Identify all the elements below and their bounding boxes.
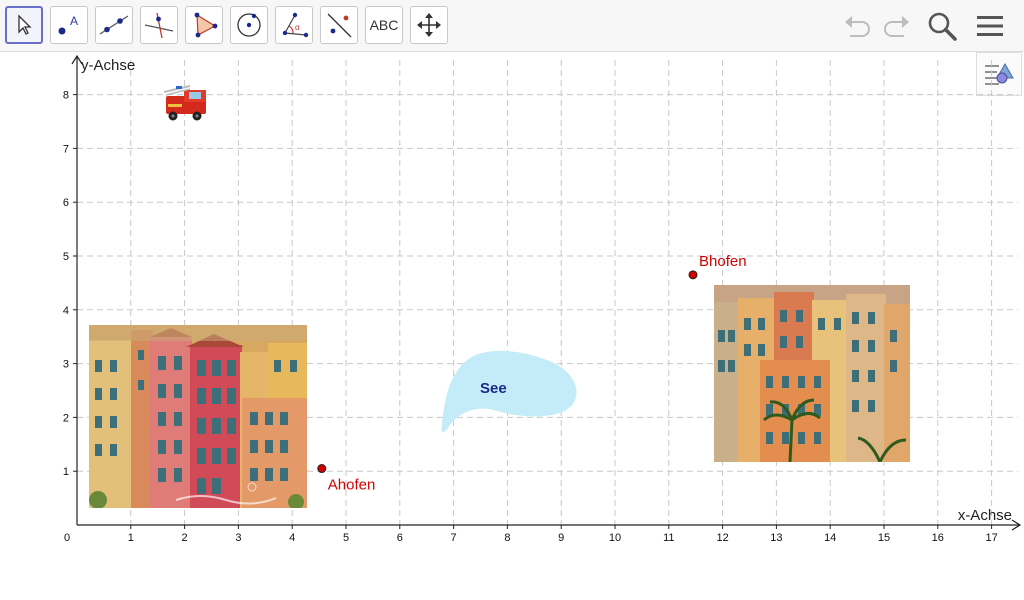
y-axis-label: y-Achse bbox=[81, 57, 135, 74]
y-tick-label: 5 bbox=[63, 251, 69, 263]
redo-button[interactable] bbox=[878, 8, 914, 44]
house-photo-left[interactable] bbox=[89, 325, 307, 510]
y-tick-label: 2 bbox=[63, 412, 69, 424]
redo-icon bbox=[884, 16, 909, 37]
point-label-bhofen: Bhofen bbox=[699, 253, 747, 270]
move-tool[interactable] bbox=[5, 6, 43, 44]
point-tool[interactable]: A bbox=[50, 6, 88, 44]
point-icon: A bbox=[58, 14, 78, 35]
search-button[interactable] bbox=[924, 8, 960, 44]
x-tick-label: 8 bbox=[504, 532, 510, 544]
angle-icon: α bbox=[282, 12, 309, 38]
polygon-tool[interactable] bbox=[185, 6, 223, 44]
line-icon bbox=[99, 15, 129, 35]
menu-icon bbox=[977, 16, 1003, 36]
x-tick-label: 7 bbox=[451, 532, 457, 544]
circle-icon bbox=[237, 13, 261, 37]
cursor-arrow-icon bbox=[18, 14, 32, 35]
x-tick-label: 9 bbox=[558, 532, 564, 544]
y-tick-label: 1 bbox=[63, 466, 69, 478]
undo-button[interactable] bbox=[840, 8, 876, 44]
x-tick-label: 17 bbox=[985, 532, 997, 544]
x-axis-label: x-Achse bbox=[958, 507, 1012, 524]
house-photo-right[interactable] bbox=[714, 285, 910, 462]
svg-text:A: A bbox=[70, 14, 78, 28]
search-icon bbox=[928, 12, 957, 41]
text-icon: ABC bbox=[369, 17, 399, 33]
move-graphics-view-tool[interactable] bbox=[410, 6, 448, 44]
graphics-view[interactable]: See 0 1 2 3 4 5 6 7 8 9 10 11 12 13 14 15 16 1712345678x-… bbox=[0, 52, 1024, 600]
circle-tool[interactable] bbox=[230, 6, 268, 44]
y-tick-label: 8 bbox=[63, 90, 69, 102]
x-tick-label: 11 bbox=[663, 532, 674, 544]
menu-button[interactable] bbox=[972, 8, 1008, 44]
x-tick-label: 15 bbox=[878, 532, 890, 544]
x-tick-label: 2 bbox=[182, 532, 188, 544]
x-tick-label: 16 bbox=[932, 532, 944, 544]
point-ahofen[interactable] bbox=[317, 464, 327, 474]
undo-icon bbox=[845, 16, 870, 37]
move-arrows-icon bbox=[417, 13, 441, 37]
perpendicular-tool[interactable] bbox=[140, 6, 178, 44]
x-tick-label: 14 bbox=[824, 532, 836, 544]
y-tick-label: 6 bbox=[63, 197, 69, 209]
polygon-icon bbox=[194, 12, 218, 38]
toolbar: A α ABC bbox=[0, 0, 1024, 52]
y-tick-label: 7 bbox=[63, 143, 69, 155]
x-tick-label: 10 bbox=[609, 532, 621, 544]
text-tool[interactable]: ABC bbox=[365, 6, 403, 44]
x-tick-label: 12 bbox=[716, 532, 728, 544]
x-tick-label: 5 bbox=[343, 532, 349, 544]
line-tool[interactable] bbox=[95, 6, 133, 44]
angle-tool[interactable]: α bbox=[275, 6, 313, 44]
x-tick-label: 3 bbox=[235, 532, 241, 544]
reflect-tool[interactable] bbox=[320, 6, 358, 44]
x-tick-label: 1 bbox=[128, 532, 134, 544]
x-tick-label: 13 bbox=[770, 532, 782, 544]
perpendicular-line-icon bbox=[144, 12, 174, 39]
lake-label: See bbox=[480, 380, 507, 397]
y-tick-label: 3 bbox=[63, 359, 69, 371]
y-tick-label: 4 bbox=[63, 305, 69, 317]
x-tick-label: 6 bbox=[397, 532, 403, 544]
point-bhofen[interactable] bbox=[688, 270, 698, 280]
svg-text:α: α bbox=[295, 23, 300, 32]
x-tick-label: 4 bbox=[289, 532, 295, 544]
point-label-ahofen: Ahofen bbox=[328, 477, 376, 494]
reflect-icon bbox=[327, 13, 352, 38]
x-tick-label: 0 bbox=[64, 532, 70, 544]
